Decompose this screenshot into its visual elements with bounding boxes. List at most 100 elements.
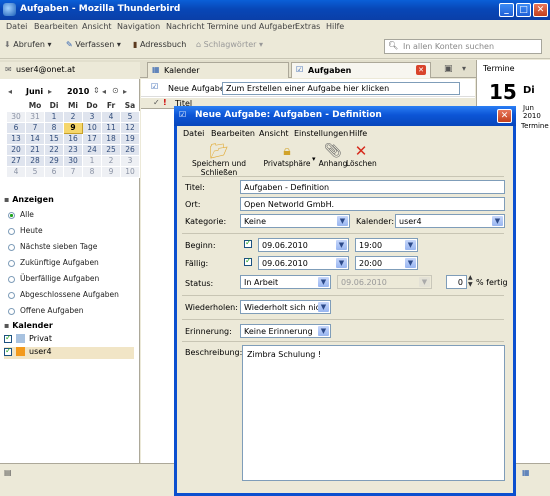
dialog-menu-datei[interactable]: Datei: [183, 129, 204, 138]
calendar-day[interactable]: 15: [44, 132, 64, 145]
search-input[interactable]: 🔍︎ In allen Konten suchen: [384, 39, 542, 54]
calendar-item-privat[interactable]: Privat: [4, 333, 134, 346]
tab-scroll-icon[interactable]: ▣: [444, 64, 453, 74]
calendar-day[interactable]: 12: [120, 121, 140, 134]
calendar-day[interactable]: 3: [82, 110, 102, 123]
save-close-button[interactable]: 📂︎ Speichern und Schließen: [178, 143, 260, 177]
schlagwoerter-button[interactable]: ⌂ Schlagwörter ▾: [196, 40, 263, 49]
description-textarea[interactable]: Zimbra Schulung !: [242, 345, 505, 481]
calendar-day[interactable]: 4: [101, 110, 121, 123]
calendar-day[interactable]: 13: [6, 132, 26, 145]
start-time-field[interactable]: 19:00 ▼: [355, 238, 418, 252]
tab-close-icon[interactable]: ✕: [416, 65, 426, 75]
calendar-day[interactable]: 2: [63, 110, 83, 123]
due-checkbox[interactable]: [244, 256, 252, 266]
menu-navigation[interactable]: Navigation: [117, 22, 160, 31]
collapse-icon[interactable]: ▪: [4, 321, 9, 330]
today-pane-icon[interactable]: ▦: [522, 468, 530, 477]
tab-aufgaben[interactable]: ☑ Aufgaben ✕: [291, 62, 431, 78]
calendar-day[interactable]: 1: [82, 154, 102, 167]
calendar-day[interactable]: 9: [101, 165, 121, 178]
calendar-day[interactable]: 30: [63, 154, 83, 167]
menu-datei[interactable]: Datei: [6, 22, 27, 31]
filter-ueberfaellige[interactable]: Überfällige Aufgaben: [8, 274, 99, 283]
calendar-day[interactable]: 2: [101, 154, 121, 167]
calendar-day[interactable]: 10: [82, 121, 102, 134]
new-task-button[interactable]: Neue Aufgabe: [168, 84, 225, 93]
calendar-day[interactable]: 4: [6, 165, 26, 178]
tab-kalender[interactable]: ▦ Kalender: [147, 62, 289, 78]
calendar-day[interactable]: 7: [63, 165, 83, 178]
prev-button[interactable]: ◂: [102, 87, 106, 96]
calendar-day[interactable]: 14: [25, 132, 45, 145]
prev-month-button[interactable]: ◂: [8, 87, 12, 96]
title-field[interactable]: Aufgaben - Definition: [240, 180, 505, 194]
calendar-day[interactable]: 18: [101, 132, 121, 145]
calendar-day-selected[interactable]: 9: [63, 121, 83, 134]
menu-nachricht[interactable]: Nachricht: [166, 22, 204, 31]
calendar-day[interactable]: 27: [6, 154, 26, 167]
calendar-day[interactable]: 11: [101, 121, 121, 134]
calendar-day[interactable]: 8: [82, 165, 102, 178]
calendar-day[interactable]: 31: [25, 110, 45, 123]
repeat-select[interactable]: Wiederholt sich nicht ▼: [240, 300, 331, 314]
close-button[interactable]: ✕: [533, 3, 548, 17]
filter-abgeschlossene[interactable]: Abgeschlossene Aufgaben: [8, 290, 119, 299]
privacy-dropdown-icon[interactable]: ▾: [312, 155, 316, 163]
collapse-icon[interactable]: ▪: [4, 195, 9, 204]
quick-add-input[interactable]: Zum Erstellen einer Aufgabe hier klicken: [222, 82, 460, 95]
delete-button[interactable]: ✕ Löschen: [346, 143, 377, 168]
dialog-menu-bearbeiten[interactable]: Bearbeiten: [211, 129, 255, 138]
calendar-day[interactable]: 5: [25, 165, 45, 178]
calendar-day[interactable]: 10: [120, 165, 140, 178]
filter-heute[interactable]: Heute: [8, 226, 43, 235]
attach-button[interactable]: 📎︎ Anhang: [318, 143, 348, 168]
calendar-day[interactable]: 17: [82, 132, 102, 145]
filter-alle[interactable]: Alle: [8, 210, 34, 219]
reminder-select[interactable]: Keine Erinnerung ▼: [240, 324, 331, 338]
calendar-day[interactable]: 8: [44, 121, 64, 134]
calendar-day[interactable]: 21: [25, 143, 45, 156]
start-date-field[interactable]: 09.06.2010 ▼: [258, 238, 349, 252]
menu-bearbeiten[interactable]: Bearbeiten: [34, 22, 78, 31]
due-time-field[interactable]: 20:00 ▼: [355, 256, 418, 270]
calendar-day[interactable]: 19: [120, 132, 140, 145]
calendar-day[interactable]: 6: [6, 121, 26, 134]
due-date-field[interactable]: 09.06.2010 ▼: [258, 256, 349, 270]
calendar-day[interactable]: 7: [25, 121, 45, 134]
calendar-day[interactable]: 16: [63, 132, 83, 145]
menu-ansicht[interactable]: Ansicht: [82, 22, 112, 31]
next-button[interactable]: ▸: [123, 87, 127, 96]
calendar-day[interactable]: 25: [101, 143, 121, 156]
checkbox-checked-icon[interactable]: [4, 346, 12, 356]
priority-column-icon[interactable]: !: [163, 98, 167, 107]
adressbuch-button[interactable]: ▮ Adressbuch: [133, 40, 186, 49]
minimize-button[interactable]: _: [499, 3, 514, 17]
category-select[interactable]: Keine ▼: [240, 214, 350, 228]
year-spin-icon[interactable]: ⇕: [93, 86, 100, 95]
percent-field[interactable]: 0: [446, 275, 467, 289]
calendar-item-user4[interactable]: user4: [4, 346, 134, 359]
today-button[interactable]: ⊙: [112, 86, 119, 95]
calendar-day[interactable]: 3: [120, 154, 140, 167]
calendar-day[interactable]: 30: [6, 110, 26, 123]
calendar-day[interactable]: 6: [44, 165, 64, 178]
percent-spinner-icon[interactable]: ▲ ▼: [468, 274, 473, 288]
calendar-day[interactable]: 26: [120, 143, 140, 156]
calendar-day[interactable]: 23: [63, 143, 83, 156]
calendar-day[interactable]: 24: [82, 143, 102, 156]
calendar-day[interactable]: 20: [6, 143, 26, 156]
privacy-button[interactable]: 🔒︎ Privatsphäre: [263, 143, 311, 168]
checkbox-checked-icon[interactable]: [4, 333, 12, 343]
calendar-day[interactable]: 1: [44, 110, 64, 123]
tab-list-icon[interactable]: ▾: [462, 64, 466, 73]
dialog-close-button[interactable]: ✕: [497, 109, 512, 123]
status-select[interactable]: In Arbeit ▼: [240, 275, 331, 289]
menu-extras[interactable]: Extras: [295, 22, 320, 31]
calendar-day[interactable]: 22: [44, 143, 64, 156]
status-column-icon[interactable]: ✓: [153, 98, 160, 107]
start-checkbox[interactable]: [244, 238, 252, 248]
menu-termine-aufgaben[interactable]: Termine und Aufgaben: [207, 22, 297, 31]
calendar-day[interactable]: 5: [120, 110, 140, 123]
filter-naechste-sieben-tage[interactable]: Nächste sieben Tage: [8, 242, 97, 251]
